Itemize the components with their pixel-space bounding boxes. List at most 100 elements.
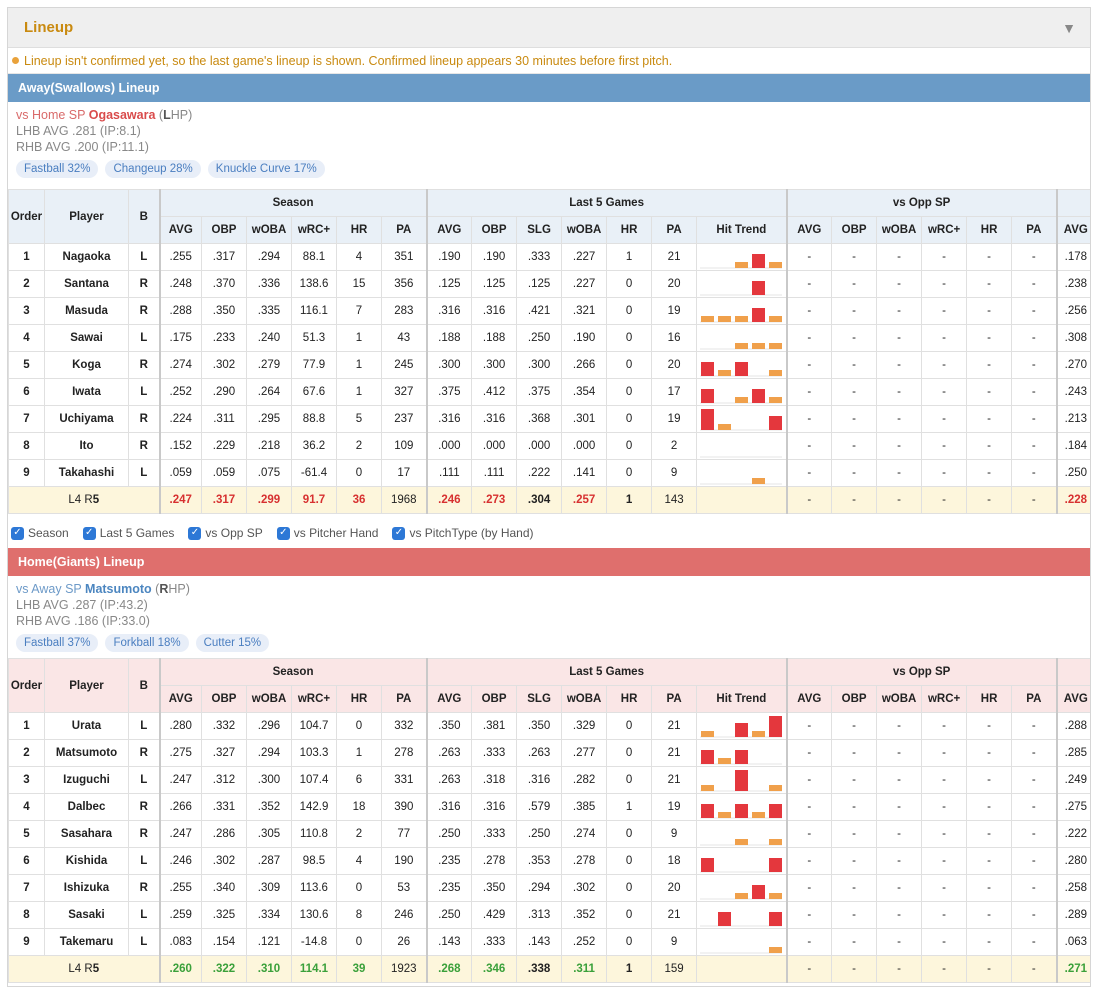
- extra-avg-total-cell: .271: [1055, 955, 1090, 983]
- table-row[interactable]: 8 Ito R .152.229.218 36.2 2 109.000.000.000.00…: [8, 432, 1090, 460]
- extra-col-header: AVG: [1055, 216, 1090, 244]
- table-row[interactable]: 7 Ishizuka R .255.340.309 113.6 0 53.235.350.2…: [8, 874, 1090, 902]
- player-name[interactable]: Iwata: [44, 378, 129, 406]
- hand-split-cell: L4 R5: [8, 486, 160, 514]
- last5-stat-cell: .000: [561, 432, 608, 460]
- vsopp-stat-cell: -: [876, 405, 923, 433]
- order-cell: 6: [8, 847, 45, 875]
- trend-bar: [769, 912, 783, 926]
- checkbox-check-icon[interactable]: ✓: [11, 526, 24, 540]
- season-stat-cell: 1: [336, 739, 382, 767]
- last5-stat-cell: .111: [471, 459, 518, 487]
- last5-checkbox[interactable]: ✓ Last 5 Games: [82, 526, 174, 540]
- table-row[interactable]: 2 Matsumoto R .275.327.294 103.3 1 278.263.333…: [8, 739, 1090, 767]
- vsopp-total-cell: -: [966, 955, 1013, 983]
- last5-stat-cell: .318: [471, 766, 518, 794]
- table-row[interactable]: 3 Masuda R .288.350.335 116.1 7 283.316.316.42…: [8, 297, 1090, 325]
- player-name[interactable]: Sasaki: [44, 901, 129, 929]
- season-total-cell: 39: [336, 955, 382, 983]
- season-stat-cell: .255: [158, 243, 202, 271]
- vsopp-stat-cell: -: [921, 324, 968, 352]
- vsopp-stat-cell: -: [831, 351, 878, 379]
- table-row[interactable]: 8 Sasaki L .259.325.334 130.6 8 246.250.429.31…: [8, 901, 1090, 929]
- vs-pitcher-hand-checkbox[interactable]: ✓ vs Pitcher Hand: [276, 526, 378, 540]
- vsopp-stat-cell: -: [921, 847, 968, 875]
- table-row[interactable]: 9 Takemaru L .083.154.121 -14.8 0 26.143.333.1…: [8, 928, 1090, 956]
- last5-stat-cell: .250: [425, 820, 473, 848]
- trend-bar: [735, 343, 749, 349]
- table-row[interactable]: 1 Urata L .280.332.296 104.7 0 332.350.381.350…: [8, 712, 1090, 740]
- season-stat-cell: 5: [336, 405, 382, 433]
- panel-header[interactable]: Lineup ▼: [8, 8, 1090, 48]
- table-row[interactable]: 1 Nagaoka L .255.317.294 88.1 4 351.190.190.33…: [8, 243, 1090, 271]
- player-name[interactable]: Sasahara: [44, 820, 129, 848]
- order-cell: 2: [8, 270, 45, 298]
- table-row[interactable]: 6 Iwata L .252.290.264 67.6 1 327.375.412.375.…: [8, 378, 1090, 406]
- season-stat-cell: 356: [380, 270, 428, 298]
- table-row[interactable]: 2 Santana R .248.370.336 138.6 15 356.125.125.…: [8, 270, 1090, 298]
- table-row[interactable]: 5 Koga R .274.302.279 77.9 1 245.300.300.300.2…: [8, 351, 1090, 379]
- bat-hand-cell: R: [128, 820, 160, 848]
- season-stat-cell: 1: [336, 351, 382, 379]
- bat-hand-cell: L: [128, 766, 160, 794]
- vsopp-stat-cell: -: [785, 432, 833, 460]
- player-name[interactable]: Dalbec: [44, 793, 129, 821]
- last5-stat-cell: .111: [425, 459, 473, 487]
- player-name[interactable]: Matsumoto: [44, 739, 129, 767]
- player-name[interactable]: Koga: [44, 351, 129, 379]
- vsopp-stat-cell: -: [921, 405, 968, 433]
- collapse-caret-icon[interactable]: ▼: [1062, 20, 1076, 36]
- hit-trend-sparkbars: [700, 254, 783, 269]
- last5-stat-cell: 0: [606, 351, 653, 379]
- player-name[interactable]: Urata: [44, 712, 129, 740]
- season-stat-cell: .300: [246, 766, 292, 794]
- last5-stat-cell: .313: [516, 901, 563, 929]
- notice-text: Lineup isn't confirmed yet, so the last …: [24, 53, 673, 68]
- vsopp-stat-cell: -: [966, 739, 1013, 767]
- season-stat-cell: -61.4: [291, 459, 337, 487]
- vs-opp-sp-checkbox[interactable]: ✓ vs Opp SP: [188, 526, 263, 540]
- season-total-cell: .299: [246, 486, 292, 514]
- table-row[interactable]: 5 Sasahara R .247.286.305 110.8 2 77.250.333.2…: [8, 820, 1090, 848]
- player-name[interactable]: Uchiyama: [44, 405, 129, 433]
- last5-stat-cell: .333: [516, 243, 563, 271]
- season-stat-cell: .152: [158, 432, 202, 460]
- player-name[interactable]: Kishida: [44, 847, 129, 875]
- away-pitch-chip: Changeup 28%: [105, 160, 201, 178]
- player-name[interactable]: Nagaoka: [44, 243, 129, 271]
- checkbox-check-icon[interactable]: ✓: [392, 526, 406, 540]
- away-sp-name[interactable]: Ogasawara: [89, 108, 156, 122]
- table-row[interactable]: 4 Dalbec R .266.331.352 142.9 18 390.316.316.5…: [8, 793, 1090, 821]
- table-row[interactable]: 9 Takahashi L .059.059.075 -61.4 0 17.111.111.…: [8, 459, 1090, 487]
- season-stat-cell: 390: [380, 793, 428, 821]
- vsopp-stat-cell: -: [1011, 432, 1058, 460]
- player-name[interactable]: Masuda: [44, 297, 129, 325]
- last5-stat-cell: 2: [651, 432, 698, 460]
- order-cell: 7: [8, 405, 45, 433]
- player-name[interactable]: Takemaru: [44, 928, 129, 956]
- season-checkbox[interactable]: ✓ Season: [11, 526, 69, 540]
- table-row[interactable]: 3 Izuguchi L .247.312.300 107.4 6 331.263.318.…: [8, 766, 1090, 794]
- last5-stat-cell: .235: [425, 874, 473, 902]
- table-row[interactable]: 6 Kishida L .246.302.287 98.5 4 190.235.278.35…: [8, 847, 1090, 875]
- player-name[interactable]: Ishizuka: [44, 874, 129, 902]
- vsopp-total-cell: -: [1011, 955, 1058, 983]
- checkbox-check-icon[interactable]: ✓: [188, 526, 202, 540]
- player-name[interactable]: Santana: [44, 270, 129, 298]
- table-row[interactable]: 4 Sawai L .175.233.240 51.3 1 43.188.188.250.1…: [8, 324, 1090, 352]
- season-stat-cell: .305: [246, 820, 292, 848]
- vs-pitchtype-checkbox[interactable]: ✓ vs PitchType (by Hand): [392, 526, 534, 540]
- season-stat-cell: 77.9: [291, 351, 337, 379]
- checkbox-check-icon[interactable]: ✓: [276, 526, 290, 540]
- player-name[interactable]: Ito: [44, 432, 129, 460]
- trend-bar: [718, 316, 732, 322]
- player-name[interactable]: Takahashi: [44, 459, 129, 487]
- table-row[interactable]: 7 Uchiyama R .224.311.295 88.8 5 237.316.316.3…: [8, 405, 1090, 433]
- home-sp-name[interactable]: Matsumoto: [85, 582, 152, 596]
- checkbox-check-icon[interactable]: ✓: [82, 526, 96, 540]
- hit-trend-total-cell: [696, 955, 788, 983]
- vsopp-stat-cell: -: [831, 847, 878, 875]
- player-name[interactable]: Sawai: [44, 324, 129, 352]
- player-name[interactable]: Izuguchi: [44, 766, 129, 794]
- vsopp-stat-cell: -: [876, 820, 923, 848]
